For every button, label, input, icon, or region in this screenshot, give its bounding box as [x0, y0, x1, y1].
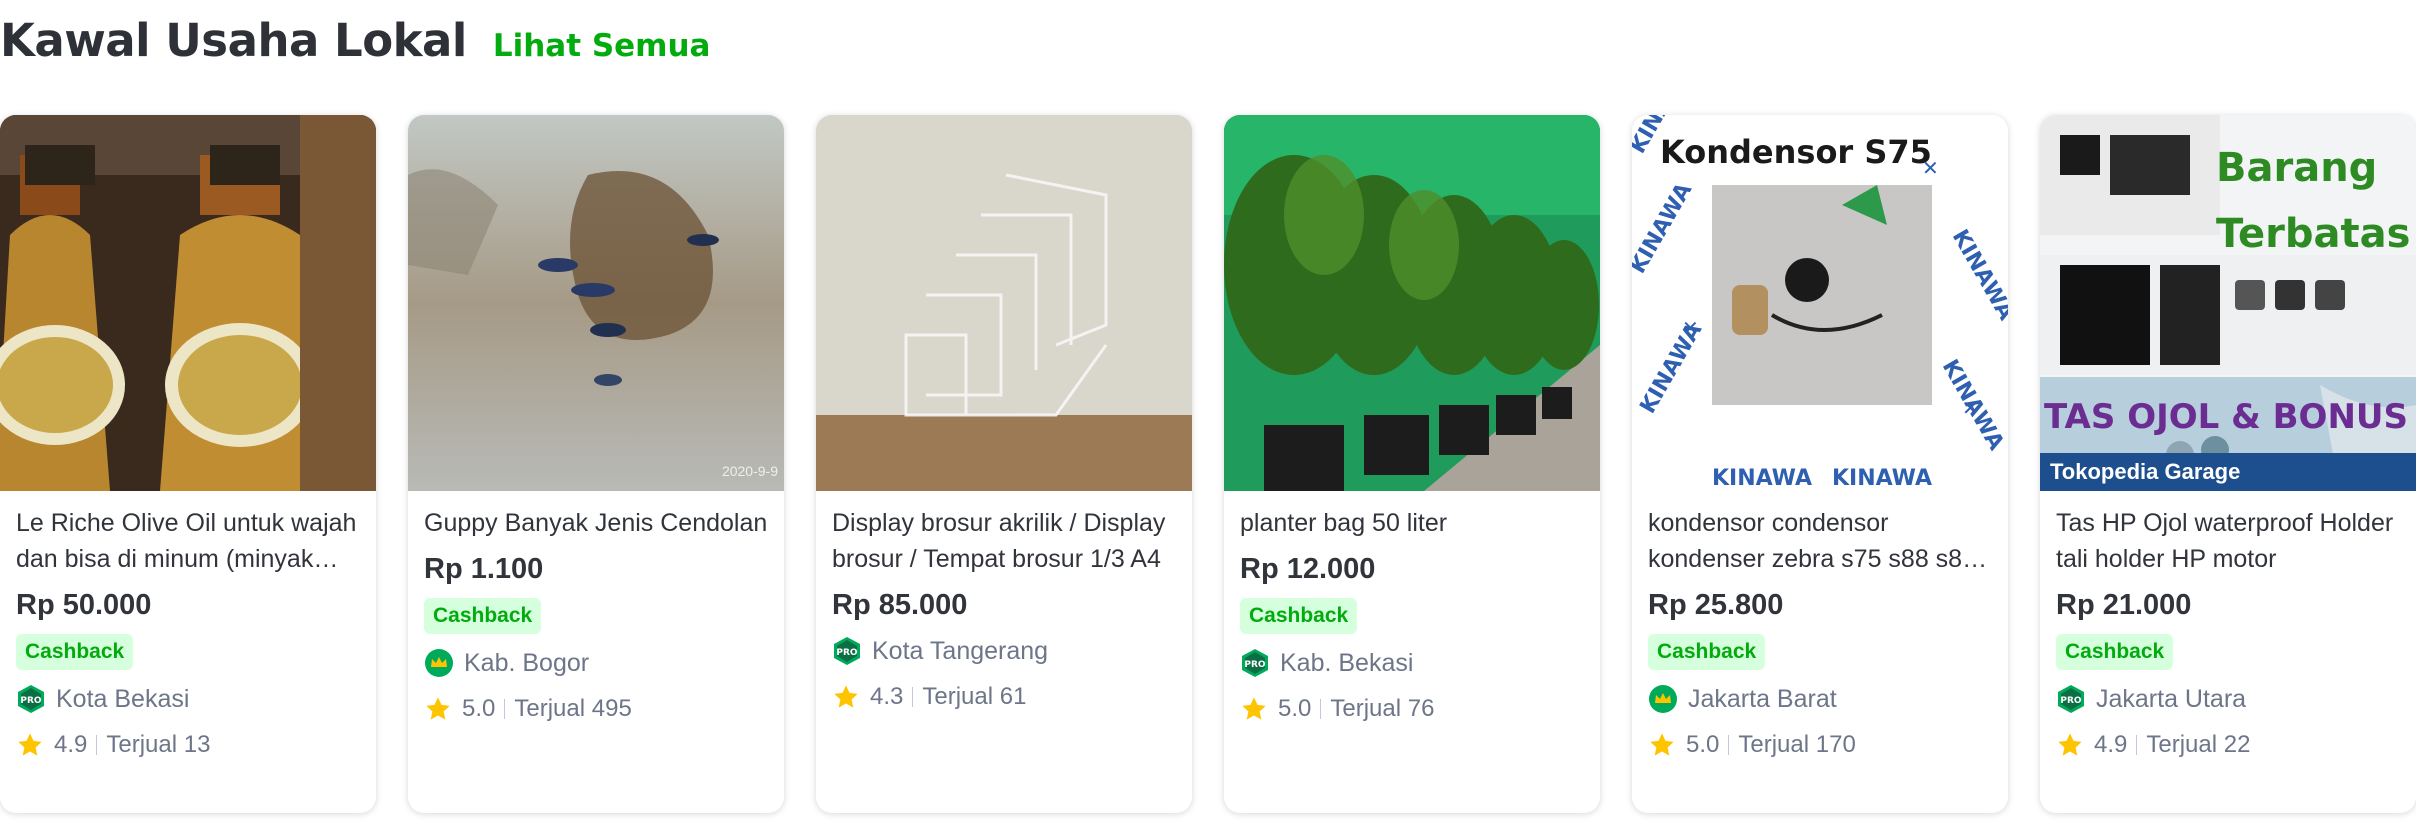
sold-count: Terjual 13 [106, 731, 211, 758]
product-price: Rp 25.800 [1648, 589, 1784, 621]
product-name[interactable]: Le Riche Olive Oil untuk wajah dan bisa … [16, 505, 360, 577]
power-merchant-pro-badge-icon: PRO [18, 685, 44, 713]
svg-text:PRO: PRO [20, 696, 42, 706]
divider [1728, 735, 1730, 755]
cashback-badge: Cashback [1240, 598, 1358, 634]
shop-location: PRO Kab. Bekasi [1240, 644, 1584, 682]
shop-location: PRO Kota Tangerang [832, 632, 1176, 670]
section-header: Kawal Usaha Lokal Lihat Semua [0, 14, 710, 74]
product-image[interactable] [0, 115, 376, 491]
official-store-crown-icon [1649, 685, 1677, 713]
product-card[interactable]: KINAWA KINAWA KINAWA KINAWA KINAWA KINAW… [1632, 115, 2008, 813]
svg-text:✕: ✕ [1682, 316, 1699, 340]
product-image[interactable]: KINAWA KINAWA KINAWA KINAWA KINAWA KINAW… [1632, 115, 2008, 491]
rating-value: 5.0 [1686, 731, 1720, 758]
product-name[interactable]: Display brosur akrilik / Display brosur … [832, 505, 1176, 577]
rating-row: 4.9 Terjual 22 [2056, 726, 2400, 764]
divider [912, 687, 914, 707]
star-icon [2058, 733, 2082, 756]
star-icon [1242, 697, 1266, 720]
divider [96, 735, 98, 755]
rating-row: 4.9 Terjual 13 [16, 726, 360, 764]
star-icon [426, 697, 450, 720]
product-card[interactable]: Display brosur akrilik / Display brosur … [816, 115, 1192, 813]
cashback-badge: Cashback [2056, 634, 2174, 670]
rating-row: 4.3 Terjual 61 [832, 678, 1176, 716]
sold-count: Terjual 61 [922, 683, 1027, 710]
rating-row: 5.0 Terjual 76 [1240, 690, 1584, 728]
shop-location: Jakarta Barat [1648, 680, 1992, 718]
product-name[interactable]: kondensor condensor kondenser zebra s75 … [1648, 505, 1992, 577]
shop-location: PRO Kota Bekasi [16, 680, 360, 718]
product-name[interactable]: Tas HP Ojol waterproof Holder tali holde… [2056, 505, 2400, 577]
sold-count: Terjual 495 [514, 695, 632, 722]
rating-value: 4.9 [2094, 731, 2128, 758]
svg-text:✕: ✕ [1962, 396, 1979, 420]
product-name[interactable]: Guppy Banyak Jenis Cendolan [424, 505, 768, 541]
divider [1320, 699, 1322, 719]
power-merchant-pro-badge-icon: PRO [834, 637, 860, 665]
product-price: Rp 12.000 [1240, 553, 1376, 585]
cashback-badge: Cashback [424, 598, 542, 634]
svg-text:PRO: PRO [836, 648, 858, 658]
product-card[interactable]: planter bag 50 liter Rp 12.000 Cashback … [1224, 115, 1600, 813]
product-card[interactable]: Barang Terbatas TAS OJOL & BONUS Tokoped… [2040, 115, 2416, 813]
location-text: Kab. Bogor [464, 648, 590, 677]
star-icon [1650, 733, 1674, 756]
power-merchant-pro-badge-icon: PRO [2058, 685, 2084, 713]
location-text: Kota Bekasi [56, 684, 190, 713]
rating-value: 4.3 [870, 683, 904, 710]
rating-value: 5.0 [462, 695, 496, 722]
product-card[interactable]: 2020-9-9 Guppy Banyak Jenis Cendolan Rp … [408, 115, 784, 813]
svg-text:KINAWA: KINAWA [1712, 466, 1812, 491]
image-caption-1: Barang [2216, 145, 2378, 191]
product-image[interactable] [1224, 115, 1600, 491]
product-price: Rp 21.000 [2056, 589, 2192, 621]
sold-count: Terjual 76 [1330, 695, 1435, 722]
image-timestamp: 2020-9-9 [721, 463, 778, 479]
rating-value: 4.9 [54, 731, 88, 758]
store-label-overlay: Tokopedia Garage [2040, 453, 2416, 491]
star-icon [18, 733, 42, 756]
location-text: Jakarta Utara [2096, 684, 2247, 713]
product-image[interactable] [816, 115, 1192, 491]
product-price: Rp 50.000 [16, 589, 152, 621]
cashback-badge: Cashback [16, 634, 134, 670]
product-price: Rp 1.100 [424, 553, 544, 585]
product-card[interactable]: Le Riche Olive Oil untuk wajah dan bisa … [0, 115, 376, 813]
image-caption: Kondensor S75 [1660, 133, 1932, 171]
image-caption-2: Terbatas [2216, 211, 2411, 257]
product-price: Rp 85.000 [832, 589, 968, 621]
sold-count: Terjual 22 [2146, 731, 2251, 758]
official-store-crown-icon [425, 649, 453, 677]
product-image[interactable]: Barang Terbatas TAS OJOL & BONUS Tokoped… [2040, 115, 2416, 491]
shop-location: PRO Jakarta Utara [2056, 680, 2400, 718]
svg-text:PRO: PRO [1244, 660, 1266, 670]
svg-text:PRO: PRO [2060, 696, 2082, 706]
product-name[interactable]: planter bag 50 liter [1240, 505, 1584, 541]
shop-location: Kab. Bogor [424, 644, 768, 682]
see-all-link[interactable]: Lihat Semua [493, 28, 711, 64]
rating-row: 5.0 Terjual 495 [424, 690, 768, 728]
location-text: Jakarta Barat [1688, 684, 1837, 713]
rating-value: 5.0 [1278, 695, 1312, 722]
location-text: Kab. Bekasi [1280, 648, 1414, 677]
image-caption-3: TAS OJOL & BONUS [2044, 397, 2409, 437]
rating-row: 5.0 Terjual 170 [1648, 726, 1992, 764]
product-image[interactable]: 2020-9-9 [408, 115, 784, 491]
svg-text:KINAWA: KINAWA [1832, 466, 1932, 491]
cashback-badge: Cashback [1648, 634, 1766, 670]
location-text: Kota Tangerang [872, 636, 1049, 665]
sold-count: Terjual 170 [1738, 731, 1856, 758]
section-title: Kawal Usaha Lokal [0, 14, 467, 67]
star-icon [834, 685, 858, 708]
divider [504, 699, 506, 719]
divider [2136, 735, 2138, 755]
power-merchant-pro-badge-icon: PRO [1242, 649, 1268, 677]
